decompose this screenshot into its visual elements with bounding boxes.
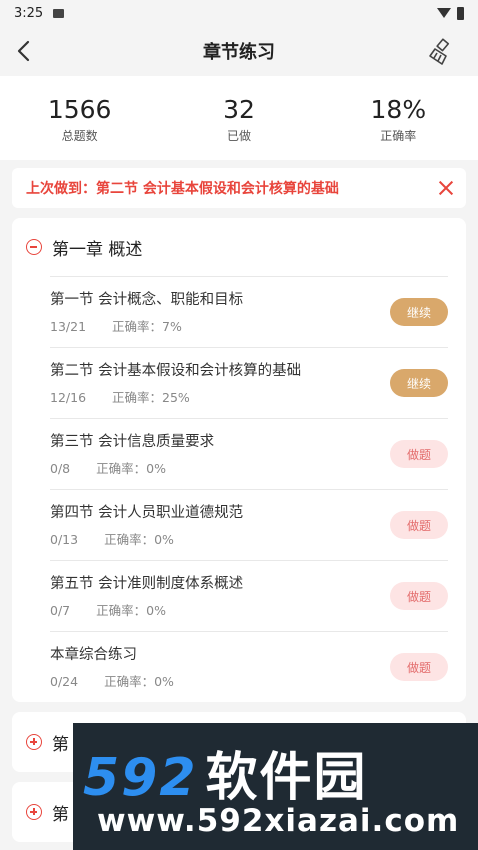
- battery-icon: [457, 6, 464, 20]
- watermark-number: 592: [83, 748, 198, 808]
- section-name: 本章综合练习: [50, 646, 137, 663]
- section-progress: 12/16: [50, 389, 87, 405]
- stat-accuracy: 18% 正确率: [338, 95, 458, 144]
- expand-icon[interactable]: [26, 804, 42, 820]
- broom-icon[interactable]: [426, 37, 456, 67]
- section-item[interactable]: 第一节 会计概念、职能和目标 13/21 正确率：7% 继续: [50, 276, 448, 347]
- wifi-icon: [437, 8, 451, 18]
- chapter-name: 第: [52, 804, 69, 825]
- section-progress: 0/7: [50, 602, 71, 618]
- section-progress: 0/8: [50, 460, 71, 476]
- section-progress: 0/24: [50, 673, 79, 689]
- back-icon[interactable]: [10, 36, 40, 66]
- page-title: 章节练习: [203, 42, 275, 63]
- section-item[interactable]: 第三节 会计信息质量要求 0/8 正确率：0% 做题: [50, 418, 448, 489]
- section-item[interactable]: 第四节 会计人员职业道德规范 0/13 正确率：0% 做题: [50, 489, 448, 560]
- section-name: 第四节 会计人员职业道德规范: [50, 504, 244, 521]
- stats-panel: 1566 总题数 32 已做 18% 正确率: [0, 76, 478, 160]
- section-item[interactable]: 本章综合练习 0/24 正确率：0% 做题: [50, 631, 448, 702]
- stat-total: 1566 总题数: [20, 95, 140, 144]
- status-time: 3:25: [14, 5, 44, 21]
- stat-value: 32: [223, 94, 255, 124]
- stat-done: 32 已做: [179, 95, 299, 144]
- practice-button[interactable]: 做题: [390, 440, 448, 468]
- watermark-overlay: 592 软件园 www.592xiazai.com: [73, 723, 478, 850]
- chapter-name: 第一章 概述: [52, 239, 143, 260]
- section-accuracy: 正确率：0%: [96, 460, 166, 476]
- section-accuracy: 正确率：7%: [112, 318, 182, 334]
- chapter-card-1: 第一章 概述 第一节 会计概念、职能和目标 13/21 正确率：7% 继续 第二节…: [12, 218, 466, 702]
- stat-label: 已做: [226, 128, 251, 143]
- section-accuracy: 正确率：0%: [104, 531, 174, 547]
- close-icon[interactable]: [438, 180, 454, 196]
- section-item[interactable]: 第二节 会计基本假设和会计核算的基础 12/16 正确率：25% 继续: [50, 347, 448, 418]
- section-progress: 13/21: [50, 318, 87, 334]
- section-name: 第五节 会计准则制度体系概述: [50, 575, 244, 592]
- watermark-url: www.592xiazai.com: [97, 803, 460, 839]
- practice-button[interactable]: 做题: [390, 582, 448, 610]
- section-accuracy: 正确率：25%: [112, 389, 190, 405]
- collapse-icon[interactable]: [26, 239, 42, 255]
- section-accuracy: 正确率：0%: [104, 673, 174, 689]
- stat-label: 正确率: [380, 128, 417, 143]
- nav-bar: 章节练习: [0, 26, 478, 76]
- image-notification-icon: [53, 8, 65, 18]
- section-progress: 0/13: [50, 531, 79, 547]
- watermark-brand: 软件园: [205, 748, 368, 808]
- section-name: 第二节 会计基本假设和会计核算的基础: [50, 362, 302, 379]
- practice-button[interactable]: 做题: [390, 653, 448, 681]
- continue-button[interactable]: 继续: [390, 298, 448, 326]
- section-name: 第一节 会计概念、职能和目标: [50, 291, 244, 308]
- watermark-logo: 592 软件园: [83, 735, 368, 810]
- section-accuracy: 正确率：0%: [96, 602, 166, 618]
- stat-label: 总题数: [61, 128, 98, 143]
- stat-value: 1566: [47, 94, 112, 124]
- status-bar: 3:25: [0, 0, 478, 26]
- section-item[interactable]: 第五节 会计准则制度体系概述 0/7 正确率：0% 做题: [50, 560, 448, 631]
- chapter-header[interactable]: 第一章 概述: [12, 218, 466, 276]
- continue-button[interactable]: 继续: [390, 369, 448, 397]
- chapter-name: 第: [52, 734, 69, 755]
- expand-icon[interactable]: [26, 734, 42, 750]
- practice-button[interactable]: 做题: [390, 511, 448, 539]
- last-progress-text: 上次做到：第二节 会计基本假设和会计核算的基础: [26, 181, 339, 197]
- section-name: 第三节 会计信息质量要求: [50, 433, 215, 450]
- stat-value: 18%: [370, 94, 427, 124]
- last-progress-banner[interactable]: 上次做到：第二节 会计基本假设和会计核算的基础: [12, 168, 466, 208]
